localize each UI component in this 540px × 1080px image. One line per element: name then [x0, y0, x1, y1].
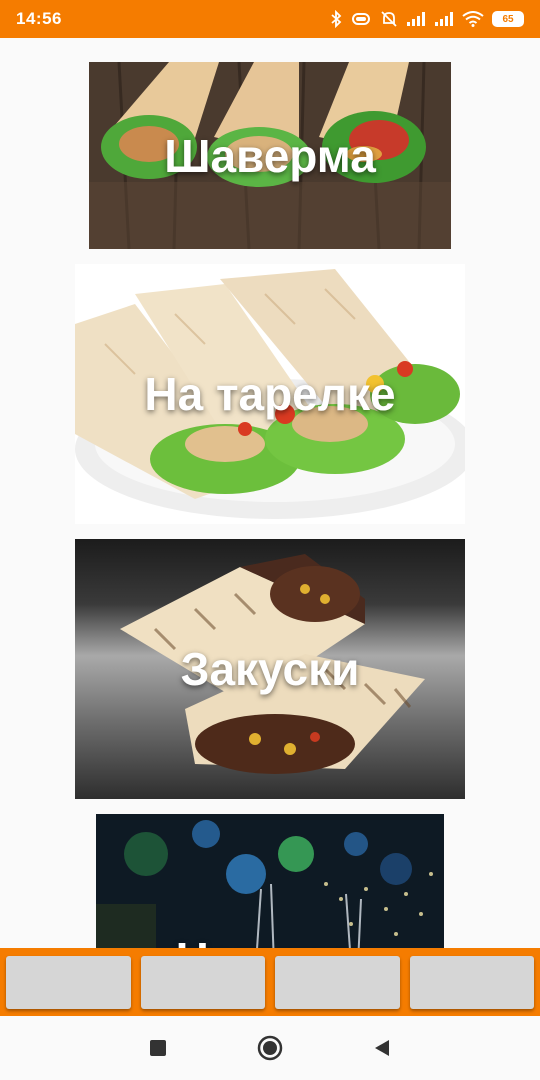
vibrate-icon [350, 11, 372, 27]
back-icon[interactable] [369, 1035, 395, 1061]
drinks-image [96, 814, 444, 948]
menu-item-on-plate[interactable]: На тарелке [75, 264, 465, 524]
signal-icon [406, 11, 426, 27]
battery-icon: 65 [492, 11, 524, 27]
menu-item-label: Шаверма [164, 129, 376, 182]
menu-item-label: Напитки [176, 932, 365, 948]
status-bar: 14:56 65 [0, 0, 540, 38]
status-icons: 65 [330, 10, 524, 28]
menu-item-label: Закуски [180, 643, 360, 695]
menu-item-label: На тарелке [144, 368, 396, 420]
menu-item-snacks[interactable]: Закуски [75, 539, 465, 799]
menu-item-shawarma[interactable]: Шаверма [89, 62, 451, 249]
bottom-bar [0, 948, 540, 1016]
recents-icon[interactable] [145, 1035, 171, 1061]
bottom-button-4[interactable] [409, 956, 534, 1009]
wifi-icon [462, 11, 484, 27]
bottom-button-3[interactable] [275, 956, 400, 1009]
bottom-button-1[interactable] [6, 956, 131, 1009]
signal-icon [434, 11, 454, 27]
menu-item-drinks[interactable]: Напитки [96, 814, 444, 948]
home-icon[interactable] [257, 1035, 283, 1061]
bluetooth-icon [330, 10, 342, 28]
status-time: 14:56 [16, 9, 62, 28]
mute-icon [380, 10, 398, 28]
bottom-button-2[interactable] [140, 956, 265, 1009]
menu-list[interactable]: Шаверма На тарелке Закуски [0, 38, 540, 948]
system-nav-bar [0, 1016, 540, 1080]
